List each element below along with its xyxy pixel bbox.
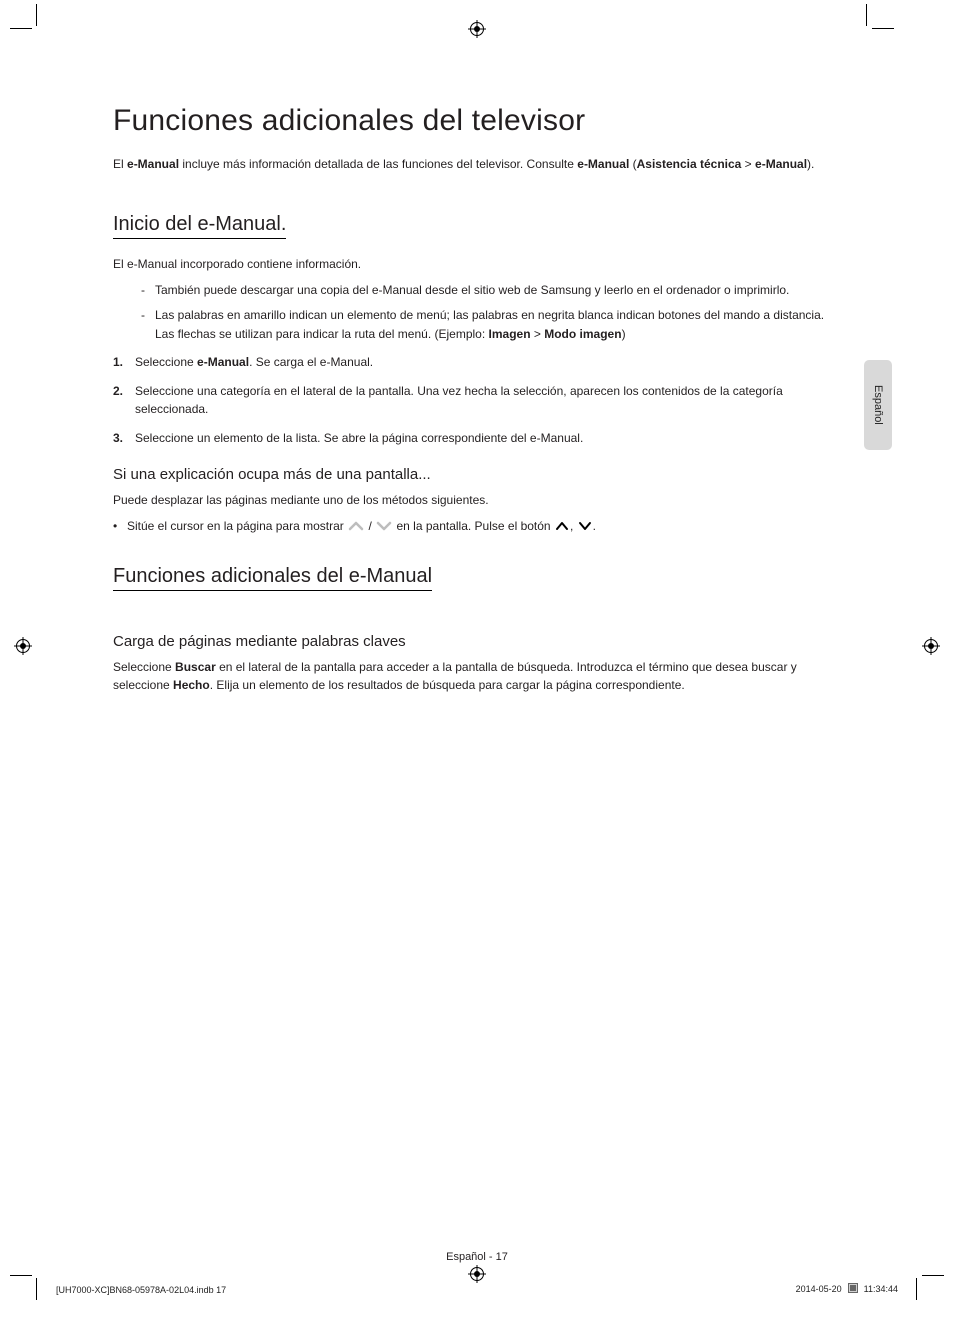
intro-paragraph: El e-Manual incluye más información deta… <box>113 156 833 173</box>
list-item: 2. Seleccione una categoría en el latera… <box>113 382 833 419</box>
crop-mark <box>866 4 867 26</box>
list-item: 3. Seleccione un elemento de la lista. S… <box>113 429 833 448</box>
registration-mark-icon <box>468 1265 486 1283</box>
crop-mark <box>36 4 37 26</box>
section-heading-emanual-functions: Funciones adicionales del e-Manual <box>113 565 432 591</box>
notes-list: También puede descargar una copia del e-… <box>113 281 833 343</box>
list-item: 1. Seleccione e-Manual. Se carga el e-Ma… <box>113 353 833 372</box>
crop-mark <box>10 28 32 29</box>
cursor-instruction: Sitúe el cursor en la página para mostra… <box>113 517 833 536</box>
crop-mark <box>36 1278 37 1300</box>
language-tab-label: Español <box>872 385 884 425</box>
footer-timestamp: 2014-05-20 11:34:44 <box>796 1283 898 1295</box>
crop-mark <box>10 1275 32 1276</box>
crop-mark <box>922 1275 944 1276</box>
steps-list: 1. Seleccione e-Manual. Se carga el e-Ma… <box>113 353 833 447</box>
indesign-icon <box>848 1283 858 1295</box>
sub-heading-multi-screen: Si una explicación ocupa más de una pant… <box>113 466 833 483</box>
page: Español Funciones adicionales del televi… <box>0 0 954 1321</box>
content-area: Funciones adicionales del televisor El e… <box>113 104 833 702</box>
registration-mark-icon <box>14 637 32 655</box>
page-number: Español - 17 <box>0 1251 954 1263</box>
crop-mark <box>916 1278 917 1300</box>
section-heading-emanual-start: Inicio del e-Manual. <box>113 213 286 239</box>
footer-filename: [UH7000-XC]BN68-05978A-02L04.indb 17 <box>56 1285 226 1295</box>
list-item: También puede descargar una copia del e-… <box>155 281 833 300</box>
chevron-up-grey-icon <box>348 520 364 532</box>
section1-lead: El e-Manual incorporado contiene informa… <box>113 255 833 273</box>
chevron-up-icon <box>555 521 569 531</box>
registration-mark-icon <box>468 20 486 38</box>
language-tab: Español <box>864 360 892 450</box>
page-title: Funciones adicionales del televisor <box>113 104 833 138</box>
registration-mark-icon <box>922 637 940 655</box>
crop-mark <box>872 28 894 29</box>
chevron-down-grey-icon <box>376 520 392 532</box>
sub-heading-keyword-pages: Carga de páginas mediante palabras clave… <box>113 633 833 650</box>
list-item: Las palabras en amarillo indican un elem… <box>155 306 833 343</box>
section2-paragraph: Seleccione Buscar en el lateral de la pa… <box>113 658 833 694</box>
sub-lead: Puede desplazar las páginas mediante uno… <box>113 491 833 509</box>
chevron-down-icon <box>578 521 592 531</box>
